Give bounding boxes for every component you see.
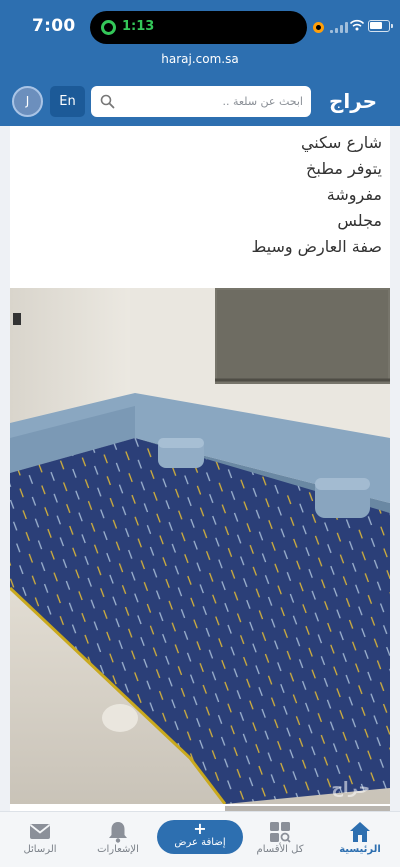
description-line: شارع سكني — [300, 133, 382, 152]
bottom-navigation: الرئيسية كل الأقسام + إضافة عرض الإشعارا… — [0, 811, 400, 867]
haraj-logo[interactable]: حراج — [320, 84, 386, 118]
clock: 7:00 — [32, 16, 76, 36]
recording-indicator-icon — [313, 22, 324, 33]
mail-icon — [29, 824, 51, 839]
description-line: يتوفر مطبخ — [306, 159, 382, 178]
wifi-icon — [350, 19, 364, 31]
nav-categories[interactable]: كل الأقسام — [240, 812, 320, 867]
call-indicator-icon — [101, 20, 116, 35]
categories-icon — [270, 822, 291, 843]
nav-messages-label: الرسائل — [23, 844, 57, 855]
search-bar[interactable] — [91, 86, 311, 117]
post-photo[interactable]: حراج — [10, 288, 390, 804]
search-icon[interactable] — [100, 94, 115, 109]
dynamic-island[interactable]: 1:13 — [90, 11, 307, 44]
battery-icon — [368, 20, 393, 32]
app-header: J En حراج — [0, 76, 400, 126]
nav-home[interactable]: الرئيسية — [320, 812, 400, 867]
call-duration: 1:13 — [122, 19, 155, 34]
post-description: شارع سكني يتوفر مطبخ مفروشة مجلس صفة الع… — [251, 130, 382, 260]
post-card: شارع سكني يتوفر مطبخ مفروشة مجلس صفة الع… — [10, 126, 390, 811]
nav-messages[interactable]: الرسائل — [0, 812, 80, 867]
browser-url[interactable]: haraj.com.sa — [0, 52, 400, 66]
nav-categories-label: كل الأقسام — [256, 844, 304, 855]
add-listing-label: إضافة عرض — [174, 837, 226, 848]
add-listing-button[interactable]: + إضافة عرض — [157, 820, 243, 854]
nav-notifications[interactable]: الإشعارات — [78, 812, 158, 867]
avatar[interactable]: J — [12, 86, 43, 117]
nav-home-label: الرئيسية — [339, 844, 381, 855]
status-bar: 7:00 1:13 haraj.com.sa — [0, 0, 400, 66]
plus-icon: + — [193, 819, 207, 838]
svg-text:حراج: حراج — [332, 778, 371, 797]
home-icon — [350, 822, 370, 842]
room-photo-image: حراج — [10, 288, 390, 804]
signal-icon — [330, 22, 348, 33]
description-line: مجلس — [337, 211, 382, 230]
language-button[interactable]: En — [50, 86, 85, 117]
bell-icon — [109, 822, 127, 843]
description-line: صفة العارض وسيط — [251, 237, 382, 256]
nav-notifications-label: الإشعارات — [97, 844, 139, 855]
description-line: مفروشة — [326, 185, 382, 204]
search-input[interactable] — [121, 86, 303, 117]
post-content[interactable]: شارع سكني يتوفر مطبخ مفروشة مجلس صفة الع… — [0, 126, 400, 811]
